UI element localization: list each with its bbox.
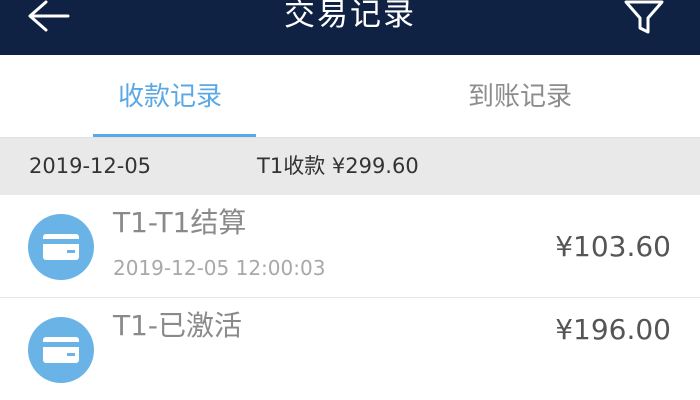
bank-card-icon [28,317,94,383]
daily-summary: 2019-12-05 T1收款 ¥299.60 [0,138,700,195]
record-row[interactable]: T1-T1结算 2019-12-05 12:00:03 ¥103.60 [0,195,700,298]
bank-card-icon [28,214,94,280]
record-time: 2019-12-05 12:00:03 [113,256,326,280]
record-amount: ¥103.60 [555,230,671,263]
page-title: 交易记录 [284,0,416,33]
nav-bar: 交易记录 [0,0,700,55]
tab-settlement-records[interactable]: 到账记录 [468,80,572,114]
active-tab-indicator [93,134,256,137]
summary-total: T1收款 ¥299.60 [257,154,419,178]
record-title: T1-已激活 [113,309,243,342]
summary-date: 2019-12-05 [29,154,152,178]
tab-payment-records[interactable]: 收款记录 [118,80,222,114]
record-row[interactable]: T1-已激活 ¥196.00 [0,298,700,400]
record-amount: ¥196.00 [555,313,671,346]
filter-icon[interactable] [624,0,666,42]
tab-bar: 收款记录 到账记录 [0,55,700,138]
record-title: T1-T1结算 [113,206,247,239]
